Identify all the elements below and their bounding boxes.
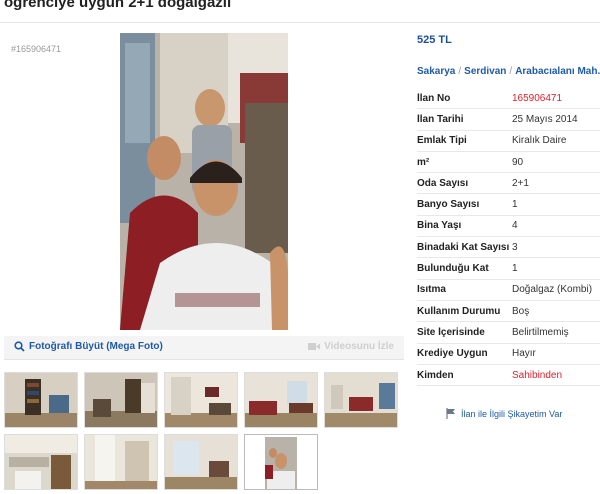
detail-key: Kimden (417, 369, 454, 381)
magnifier-icon (14, 341, 25, 352)
details-table: İlan No 165906471 İlan Tarihi 25 Mayıs 201… (417, 88, 600, 387)
detail-row: m² 90 (417, 152, 600, 174)
detail-value: Kiralık Daire (512, 135, 567, 147)
detail-key: m² (417, 156, 430, 168)
main-photo[interactable] (120, 33, 288, 330)
detail-row: Krediye Uygun Hayır (417, 344, 600, 365)
thumbnail-6[interactable] (4, 434, 78, 490)
breadcrumb-city[interactable]: Sakarya (417, 66, 455, 77)
thumbnail-7[interactable] (84, 434, 158, 490)
detail-row: Oda Sayısı 2+1 (417, 173, 600, 195)
detail-value: 4 (512, 220, 518, 232)
detail-value: Belirtilmemiş (512, 326, 569, 338)
listing-title: öğrenciye uygun 2+1 doğalgazlı (4, 0, 232, 11)
breadcrumb-separator: / (458, 66, 462, 77)
detail-row: Isıtma Doğalgaz (Kombi) (417, 280, 600, 301)
detail-key: Isıtma (417, 284, 446, 296)
listing-page: { "listing": { "title": "öğrenciye uygun… (0, 0, 600, 494)
detail-row: Kullanım Durumu Boş (417, 301, 600, 323)
thumbnail-5[interactable] (324, 372, 398, 428)
detail-key: İlan No (417, 92, 451, 104)
detail-key: Kullanım Durumu (417, 305, 501, 317)
breadcrumb-neighborhood[interactable]: Arabacıalanı Mah. (515, 66, 600, 77)
detail-value: Boş (512, 305, 530, 317)
enlarge-photo-label: Fotoğrafı Büyüt (Mega Foto) (29, 341, 163, 352)
thumbnail-4[interactable] (244, 372, 318, 428)
detail-value: Doğalgaz (Kombi) (512, 284, 593, 296)
detail-value: 1 (512, 199, 518, 211)
thumbnail-9-selected[interactable] (244, 434, 318, 490)
detail-key: Binadaki Kat Sayısı (417, 241, 510, 253)
detail-value: 25 Mayıs 2014 (512, 113, 578, 125)
breadcrumb: Sakarya / Serdivan / Arabacıalanı Mah. (417, 66, 600, 77)
detail-row: Emlak Tipi Kiralık Daire (417, 131, 600, 152)
title-divider (0, 22, 600, 23)
detail-key: Bulunduğu Kat (417, 263, 489, 275)
breadcrumb-district[interactable]: Serdivan (464, 66, 506, 77)
detail-row: Binadaki Kat Sayısı 3 (417, 237, 600, 259)
detail-value: 90 (512, 156, 524, 168)
detail-key: Oda Sayısı (417, 177, 469, 189)
listing-id-tag: #165906471 (11, 44, 62, 54)
thumbnail-2[interactable] (84, 372, 158, 428)
detail-value: Hayır (512, 348, 536, 360)
detail-key: Banyo Sayısı (417, 199, 480, 211)
detail-row: Banyo Sayısı 1 (417, 194, 600, 216)
detail-key: Krediye Uygun (417, 348, 488, 360)
report-listing-link[interactable]: İlan ile İlgili Şikayetim Var (446, 408, 562, 419)
detail-key: İlan Tarihi (417, 113, 464, 125)
detail-key: Site İçerisinde (417, 326, 485, 338)
photo-action-bar: Fotoğrafı Büyüt (Mega Foto) Videosunu İz… (4, 336, 404, 360)
detail-key: Bina Yaşı (417, 220, 462, 232)
camera-icon (308, 343, 321, 350)
detail-row: İlan Tarihi 25 Mayıs 2014 (417, 109, 600, 131)
detail-row: Site İçerisinde Belirtilmemiş (417, 322, 600, 344)
detail-value: Sahibinden (512, 369, 563, 381)
watch-video-link[interactable]: Videosunu İzle (308, 341, 394, 352)
detail-value: 1 (512, 263, 518, 275)
breadcrumb-separator: / (509, 66, 513, 77)
detail-key: Emlak Tipi (417, 135, 467, 147)
flag-icon (446, 408, 455, 419)
price: 525 TL (417, 34, 452, 46)
detail-row: Bulunduğu Kat 1 (417, 258, 600, 280)
report-listing-label: İlan ile İlgili Şikayetim Var (461, 408, 563, 419)
watch-video-label: Videosunu İzle (324, 341, 394, 352)
detail-value: 3 (512, 241, 518, 253)
detail-value: 2+1 (512, 177, 529, 189)
detail-value: 165906471 (512, 92, 563, 104)
detail-row: Bina Yaşı 4 (417, 216, 600, 238)
detail-row: Kimden Sahibinden (417, 365, 600, 387)
thumbnail-1[interactable] (4, 372, 78, 428)
thumbnail-3[interactable] (164, 372, 238, 428)
thumbnail-8[interactable] (164, 434, 238, 490)
enlarge-photo-link[interactable]: Fotoğrafı Büyüt (Mega Foto) (14, 341, 163, 352)
detail-row: İlan No 165906471 (417, 88, 600, 110)
